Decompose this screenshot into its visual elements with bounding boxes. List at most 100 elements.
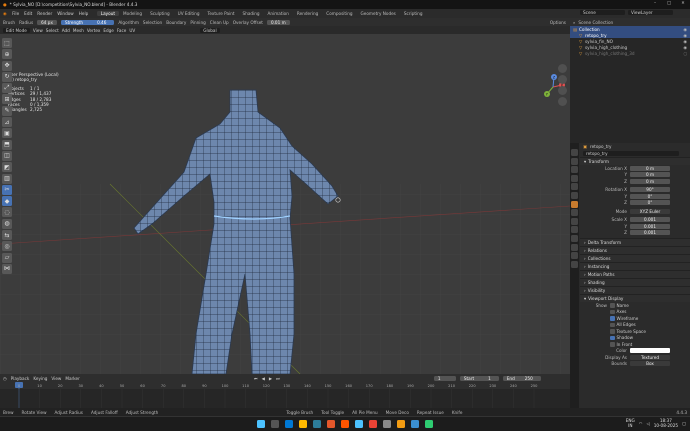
visibility-eye-icon[interactable]: ◉: [683, 39, 690, 44]
checkbox-icon[interactable]: [610, 322, 615, 327]
world-tab-icon[interactable]: [571, 191, 578, 199]
end-frame-field[interactable]: End 250: [502, 375, 541, 381]
start-frame-field[interactable]: Start 1: [459, 375, 499, 381]
menu-edge[interactable]: Edge: [103, 28, 114, 33]
timeline-playback-menu[interactable]: Playback: [11, 376, 30, 381]
tab-scripting[interactable]: Scripting: [400, 11, 427, 16]
language-indicator[interactable]: ENG IN: [626, 418, 635, 428]
instancing-panel[interactable]: › Instancing: [580, 262, 690, 270]
bevel-tool-icon[interactable]: ◩: [2, 162, 12, 173]
play-icon[interactable]: ▶: [269, 376, 272, 381]
poly-build-tool-icon[interactable]: ◆: [2, 196, 12, 207]
motion-paths-panel[interactable]: › Motion Paths: [580, 270, 690, 278]
object-tab-icon[interactable]: [571, 200, 578, 208]
tab-modeling[interactable]: Modeling: [119, 11, 146, 16]
tab-uv-editing[interactable]: UV Editing: [174, 11, 204, 16]
menu-help[interactable]: Help: [76, 11, 91, 16]
maximize-button[interactable]: □: [662, 0, 676, 5]
tab-animation[interactable]: Animation: [264, 11, 293, 16]
taskbar-app-icon[interactable]: [425, 420, 433, 428]
selection-dropdown[interactable]: Selection: [143, 20, 162, 25]
shading-panel[interactable]: › Shading: [580, 278, 690, 286]
strength-field[interactable]: Strength 0.46: [60, 19, 115, 25]
visibility-eye-icon[interactable]: ◉: [683, 45, 690, 50]
checkbox-checked-icon[interactable]: [610, 335, 615, 340]
jump-start-icon[interactable]: ⏮: [254, 376, 258, 381]
menu-view[interactable]: View: [33, 28, 43, 33]
start-menu-icon[interactable]: [257, 420, 265, 428]
tab-sculpting[interactable]: Sculpting: [146, 11, 174, 16]
shear-tool-icon[interactable]: ▱: [2, 252, 12, 263]
rotation-x-field[interactable]: 90°: [630, 187, 670, 193]
timeline-view-menu[interactable]: View: [51, 376, 61, 381]
rotate-tool-icon[interactable]: ↻: [2, 71, 12, 82]
taskbar-app-icon[interactable]: [355, 420, 363, 428]
checkbox-checked-icon[interactable]: [610, 316, 615, 321]
transform-panel-header[interactable]: ▾ Transform: [580, 157, 690, 165]
shrink-tool-icon[interactable]: ◎: [2, 241, 12, 252]
menu-uv[interactable]: UV: [129, 28, 135, 33]
taskbar-app-icon[interactable]: [397, 420, 405, 428]
scale-z-field[interactable]: 0.001: [630, 230, 670, 236]
rotation-y-field[interactable]: 0°: [630, 193, 670, 199]
view-layer-tab-icon[interactable]: [571, 174, 578, 182]
tool-tab-icon[interactable]: [571, 149, 578, 156]
outliner-row[interactable]: ▽ sylvia_high_clothing_3d ◌: [570, 50, 690, 56]
transform-orientation-dropdown[interactable]: Global: [200, 27, 220, 33]
timeline-keying-menu[interactable]: Keying: [33, 376, 47, 381]
taskbar-app-icon[interactable]: [327, 420, 335, 428]
algorithm-dropdown[interactable]: Algorithm: [118, 20, 139, 25]
play-reverse-icon[interactable]: ◀: [262, 376, 265, 381]
spin-tool-icon[interactable]: ◌: [2, 207, 12, 218]
boundary-dropdown[interactable]: Boundary: [166, 20, 186, 25]
scene-tab-icon[interactable]: [571, 183, 578, 191]
wifi-icon[interactable]: ◠: [639, 421, 643, 426]
scale-x-field[interactable]: 0.001: [630, 217, 670, 223]
checkbox-icon[interactable]: [610, 342, 615, 347]
camera-view-icon[interactable]: [558, 86, 567, 95]
blender-taskbar-icon[interactable]: [341, 420, 349, 428]
edge-slide-tool-icon[interactable]: ⇆: [2, 230, 12, 241]
tab-layout[interactable]: Layout: [96, 11, 120, 16]
texture-tab-icon[interactable]: [571, 260, 578, 268]
visibility-panel[interactable]: › Visibility: [580, 286, 690, 294]
object-name-field[interactable]: retopo_try: [583, 151, 679, 156]
particles-tab-icon[interactable]: [571, 217, 578, 225]
clean-up-dropdown[interactable]: Clean Up: [210, 20, 229, 25]
tab-compositing[interactable]: Compositing: [322, 11, 356, 16]
chrome-icon[interactable]: [369, 420, 377, 428]
constraints-tab-icon[interactable]: [571, 234, 578, 242]
brush-label[interactable]: Brush: [3, 20, 15, 25]
inset-tool-icon[interactable]: ◫: [2, 150, 12, 161]
scale-y-field[interactable]: 0.001: [630, 223, 670, 229]
menu-vertex[interactable]: Vertex: [87, 28, 100, 33]
output-tab-icon[interactable]: [571, 166, 578, 174]
transform-tool-icon[interactable]: ⊞: [2, 94, 12, 105]
menu-edit[interactable]: Edit: [22, 11, 35, 16]
tab-shading[interactable]: Shading: [239, 11, 264, 16]
tab-rendering[interactable]: Rendering: [293, 11, 322, 16]
menu-mesh[interactable]: Mesh: [73, 28, 84, 33]
timeline-marker-menu[interactable]: Marker: [65, 376, 79, 381]
overlay-offset-field[interactable]: 0.01 m: [266, 19, 290, 25]
taskbar-app-icon[interactable]: [313, 420, 321, 428]
scene-selector[interactable]: Scene: [580, 10, 625, 15]
smooth-tool-icon[interactable]: ◍: [2, 218, 12, 229]
timeline-ruler[interactable]: 0 10 20 30 40 50 60 70 80 90 100 110 120 130 140 150 160…: [0, 382, 570, 408]
menu-select[interactable]: Select: [46, 28, 59, 33]
taskbar-app-icon[interactable]: [285, 420, 293, 428]
outliner-search-icon[interactable]: ⌕: [573, 20, 575, 25]
view-layer-selector[interactable]: ViewLayer: [628, 10, 673, 15]
zoom-icon[interactable]: [558, 64, 567, 73]
knife-tool-icon[interactable]: ✂: [2, 184, 12, 195]
jump-end-icon[interactable]: ⏭: [276, 376, 280, 381]
location-x-field[interactable]: 0 m: [630, 165, 670, 171]
3d-viewport[interactable]: User Perspective (Local) (1) retopo_try …: [0, 34, 570, 374]
rotation-z-field[interactable]: 0°: [630, 200, 670, 206]
perspective-toggle-icon[interactable]: [558, 97, 567, 106]
taskbar-app-icon[interactable]: [411, 420, 419, 428]
collections-panel[interactable]: › Collections: [580, 254, 690, 262]
extrude-tool-icon[interactable]: ⬒: [2, 139, 12, 150]
menu-add[interactable]: Add: [62, 28, 70, 33]
add-cube-tool-icon[interactable]: ▣: [2, 128, 12, 139]
